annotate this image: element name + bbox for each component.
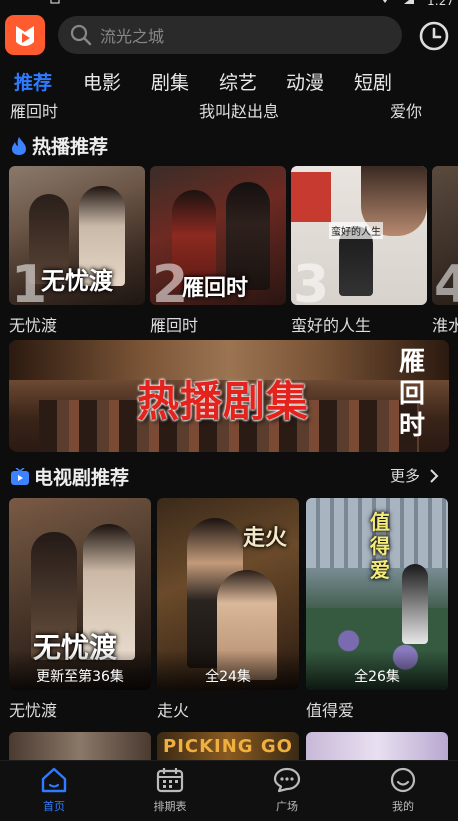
calendar-icon bbox=[156, 768, 184, 793]
tab-series[interactable]: 剧集 bbox=[151, 68, 189, 95]
hot-poster-1[interactable]: 无忧渡 1 bbox=[9, 166, 145, 305]
poster-title-art: 无忧渡 bbox=[41, 266, 113, 295]
nav-square[interactable]: 广场 bbox=[257, 767, 317, 814]
search-icon bbox=[70, 24, 92, 46]
tv-poster-2[interactable]: 走火 全24集 bbox=[157, 498, 299, 690]
hot-search-item[interactable]: 爱你 bbox=[390, 98, 422, 122]
chat-bubble-icon bbox=[273, 767, 301, 793]
rank-number: 1 bbox=[11, 255, 48, 305]
app-logo-icon[interactable] bbox=[5, 15, 45, 55]
nav-square-label: 广场 bbox=[276, 800, 298, 813]
search-bar[interactable]: 流光之城 bbox=[58, 16, 402, 54]
notification-icon bbox=[50, 0, 60, 4]
section-hot-title: 热播推荐 bbox=[32, 136, 109, 158]
hot-poster-3[interactable]: 蛮好的人生 3 bbox=[291, 166, 427, 305]
bottom-nav: 首页 排期表 广场 我的 bbox=[0, 760, 458, 821]
hot-item-title[interactable]: 蛮好的人生 bbox=[291, 312, 371, 336]
tab-shorts[interactable]: 短剧 bbox=[354, 68, 392, 95]
nav-profile[interactable]: 我的 bbox=[373, 767, 433, 814]
tv-poster-4[interactable] bbox=[9, 732, 151, 760]
more-button[interactable]: 更多 bbox=[390, 465, 442, 486]
banner-vertical-title: 雁回时 bbox=[398, 347, 425, 441]
tab-variety[interactable]: 综艺 bbox=[219, 68, 257, 95]
tv-poster-6[interactable] bbox=[306, 732, 448, 760]
nav-profile-label: 我的 bbox=[392, 800, 414, 813]
rank-number: 4 bbox=[434, 255, 458, 305]
flame-icon bbox=[12, 136, 26, 155]
promo-banner[interactable]: 热播剧集 雁回时 bbox=[9, 340, 449, 452]
tv-icon bbox=[11, 467, 29, 485]
tv-poster-5[interactable]: PICKING GO bbox=[157, 732, 299, 760]
tv-item-title[interactable]: 走火 bbox=[157, 697, 189, 721]
poster-figure bbox=[402, 564, 428, 644]
section-tv-title: 电视剧推荐 bbox=[34, 467, 130, 489]
home-icon bbox=[41, 767, 67, 793]
hot-item-title[interactable]: 雁回时 bbox=[150, 312, 198, 336]
nav-home[interactable]: 首页 bbox=[24, 767, 84, 814]
nav-schedule-label: 排期表 bbox=[153, 800, 187, 813]
nav-schedule[interactable]: 排期表 bbox=[140, 767, 200, 814]
banner-headline: 热播剧集 bbox=[137, 377, 310, 426]
tv-poster-1[interactable]: 无忧渡 更新至第36集 bbox=[9, 498, 151, 690]
poster-title-art: 值得爱 bbox=[370, 510, 390, 582]
search-placeholder: 流光之城 bbox=[100, 27, 165, 46]
tab-recommend[interactable]: 推荐 bbox=[14, 68, 52, 95]
tab-anime[interactable]: 动漫 bbox=[286, 68, 324, 95]
hot-poster-2[interactable]: 雁回时 2 bbox=[150, 166, 286, 305]
category-tabs: 推荐 电影 剧集 综艺 动漫 短剧 bbox=[0, 64, 458, 98]
hot-item-title[interactable]: 无忧渡 bbox=[9, 312, 57, 336]
clock-icon[interactable] bbox=[418, 20, 450, 52]
poster-title-art: 走火 bbox=[243, 525, 288, 551]
more-label: 更多 bbox=[390, 467, 421, 485]
smiley-user-icon bbox=[390, 767, 416, 793]
signal-icon bbox=[404, 0, 414, 4]
hot-search-item[interactable]: 我叫赵出息 bbox=[199, 98, 279, 122]
rank-number: 3 bbox=[293, 255, 330, 305]
episode-badge: 更新至第36集 bbox=[9, 650, 151, 690]
poster-title-art: 雁回时 bbox=[182, 275, 249, 301]
tv-item-title[interactable]: 无忧渡 bbox=[9, 697, 57, 721]
episode-label: 全26集 bbox=[354, 669, 400, 685]
tv-item-title[interactable]: 值得爱 bbox=[306, 697, 354, 721]
play-logo-icon bbox=[16, 26, 34, 46]
hot-item-title[interactable]: 淮水 bbox=[432, 312, 458, 336]
episode-badge: 全24集 bbox=[157, 650, 299, 690]
poster-title-art: PICKING GO bbox=[163, 736, 293, 757]
status-bar: 1:27 bbox=[0, 0, 458, 10]
poster-title-art: 蛮好的人生 bbox=[329, 222, 383, 239]
tv-poster-3[interactable]: 值得爱 全26集 bbox=[306, 498, 448, 690]
section-hot-header: 热播推荐 bbox=[10, 132, 108, 159]
poster-accent bbox=[291, 172, 331, 222]
episode-badge: 全26集 bbox=[306, 650, 448, 690]
wifi-icon bbox=[382, 0, 388, 3]
clock-time: 1:27 bbox=[427, 0, 454, 8]
section-tv-header: 电视剧推荐 bbox=[10, 463, 129, 490]
episode-label: 更新至第36集 bbox=[36, 669, 124, 685]
tab-movies[interactable]: 电影 bbox=[83, 68, 121, 95]
hot-poster-4[interactable]: 4 bbox=[432, 166, 458, 305]
rank-number: 2 bbox=[152, 255, 189, 305]
hot-search-item[interactable]: 雁回时 bbox=[10, 98, 58, 122]
nav-home-label: 首页 bbox=[43, 800, 65, 813]
chevron-right-icon bbox=[430, 468, 439, 483]
episode-label: 全24集 bbox=[205, 669, 251, 685]
